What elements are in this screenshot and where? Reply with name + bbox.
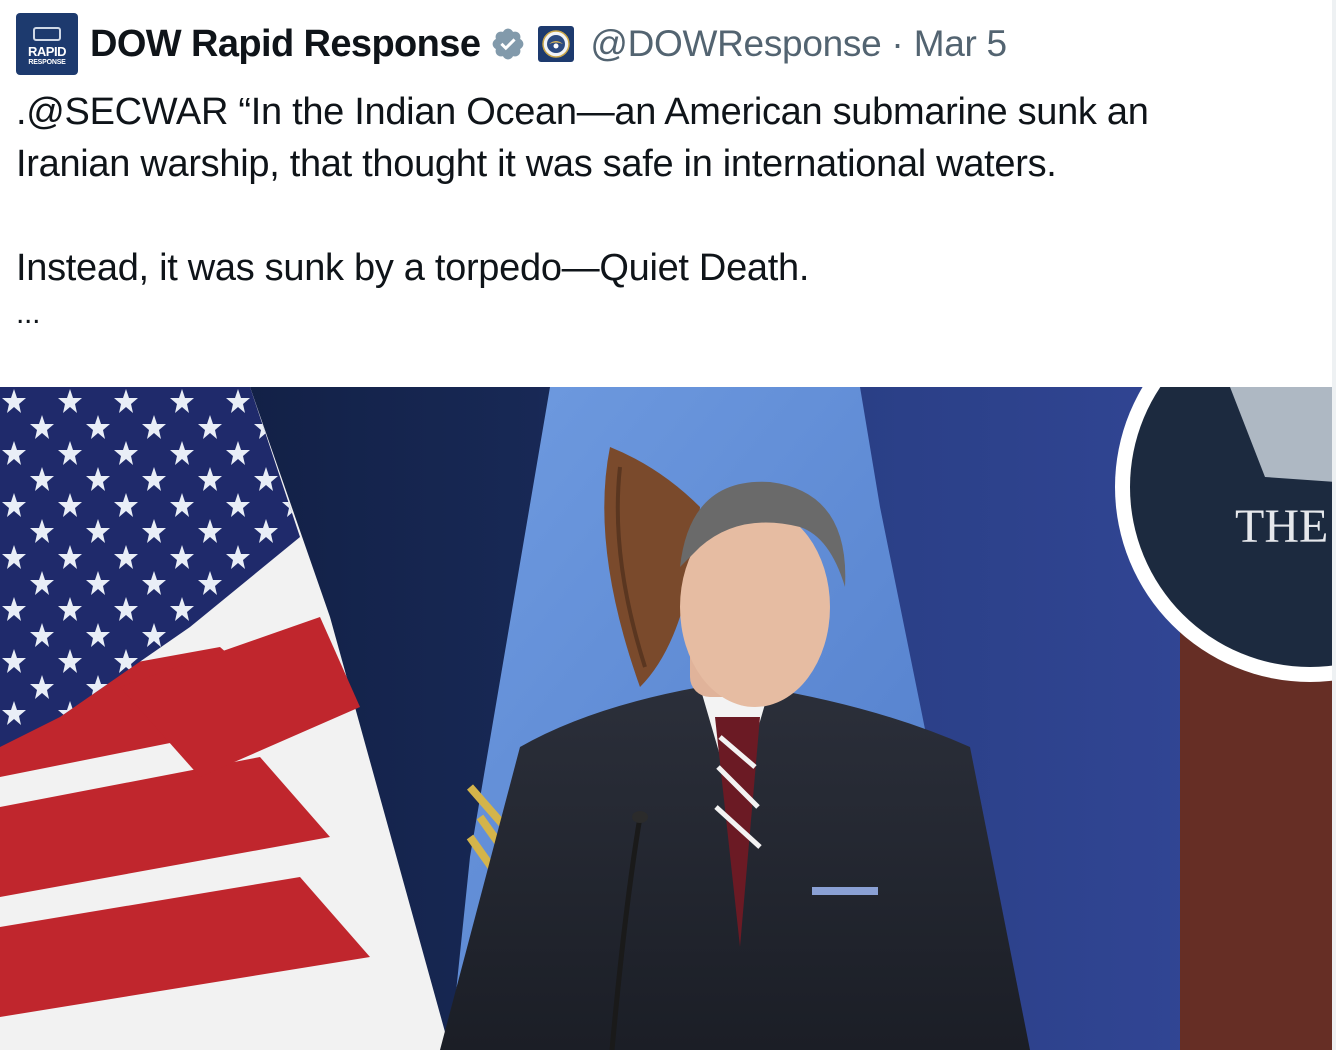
author-name[interactable]: DOW Rapid Response — [90, 23, 481, 66]
tweet-video-thumbnail[interactable]: THE — [0, 387, 1336, 1050]
tweet-date[interactable]: Mar 5 — [914, 23, 1007, 65]
tweet-header: RAPID RESPONSE DOW Rapid Response @DOWRe… — [16, 12, 1007, 76]
tweet-text: .@SECWAR “In the Indian Ocean—an America… — [16, 86, 1316, 334]
tweet-text-line: .@SECWAR “In the Indian Ocean—an America… — [16, 91, 1149, 133]
tweet-text-line: Iranian warship, that thought it was saf… — [16, 143, 1057, 185]
press-briefing-image: THE — [0, 387, 1336, 1050]
card-border — [1332, 0, 1336, 1050]
avatar-text-response: RESPONSE — [28, 59, 66, 66]
tweet-text-line: Instead, it was sunk by a torpedo—Quiet … — [16, 247, 810, 289]
tweet-card[interactable]: RAPID RESPONSE DOW Rapid Response @DOWRe… — [0, 0, 1336, 1050]
verified-badge-icon[interactable] — [490, 26, 526, 62]
avatar[interactable]: RAPID RESPONSE — [16, 13, 78, 75]
pentagon-logo-icon — [33, 27, 61, 41]
avatar-text-rapid: RAPID — [28, 44, 66, 59]
meta-separator: · — [891, 23, 904, 64]
author-handle[interactable]: @DOWResponse — [590, 23, 881, 65]
wall-sign-text: THE — [1235, 500, 1328, 553]
show-more-ellipsis[interactable]: ... — [16, 294, 1316, 334]
dow-seal-icon[interactable] — [538, 26, 575, 62]
